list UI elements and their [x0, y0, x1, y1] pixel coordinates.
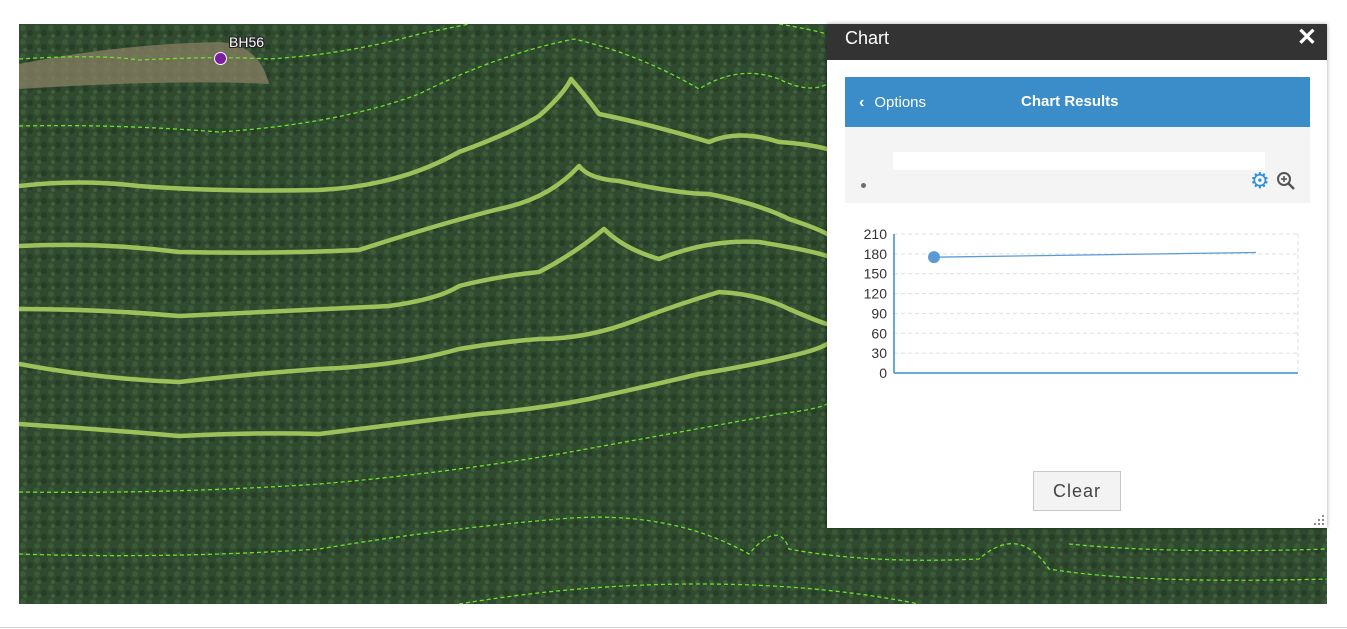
chart-panel: Chart ✕ ‹ Options Chart Results ⚙ 210 180 1… — [827, 24, 1327, 528]
y-tick-label: 120 — [864, 286, 888, 302]
resize-grip-icon[interactable] — [1313, 514, 1325, 526]
options-back-button[interactable]: ‹ Options — [859, 94, 926, 112]
data-point — [928, 251, 940, 264]
y-tick-label: 180 — [864, 246, 888, 262]
y-tick-label: 0 — [879, 365, 887, 381]
borehole-marker-icon[interactable] — [214, 52, 227, 65]
y-tick-label: 150 — [864, 266, 888, 282]
line-chart: 210 180 150 120 90 60 30 0 — [864, 226, 1299, 381]
clear-button[interactable]: Clear — [1033, 471, 1121, 511]
gear-icon[interactable]: ⚙ — [1250, 170, 1270, 192]
panel-title: Chart — [845, 28, 890, 48]
borehole-label: BH56 — [229, 34, 265, 50]
y-tick-label: 90 — [871, 305, 887, 321]
zoom-in-icon[interactable] — [1276, 171, 1296, 191]
chevron-left-icon: ‹ — [859, 94, 865, 111]
bottom-divider — [0, 627, 1347, 628]
panel-header: Chart ✕ — [827, 24, 1327, 60]
series-line — [933, 251, 1257, 258]
legend-dot — [861, 183, 866, 188]
chart-title-box — [893, 152, 1265, 170]
results-header: ‹ Options Chart Results — [845, 77, 1310, 127]
results-title: Chart Results — [1021, 93, 1119, 110]
y-tick-label: 210 — [864, 226, 888, 242]
y-tick-label: 60 — [871, 325, 887, 341]
close-icon[interactable]: ✕ — [1297, 24, 1317, 52]
options-label: Options — [874, 94, 927, 111]
y-tick-label: 30 — [871, 345, 887, 361]
chart-toolbar: ⚙ — [845, 127, 1310, 203]
